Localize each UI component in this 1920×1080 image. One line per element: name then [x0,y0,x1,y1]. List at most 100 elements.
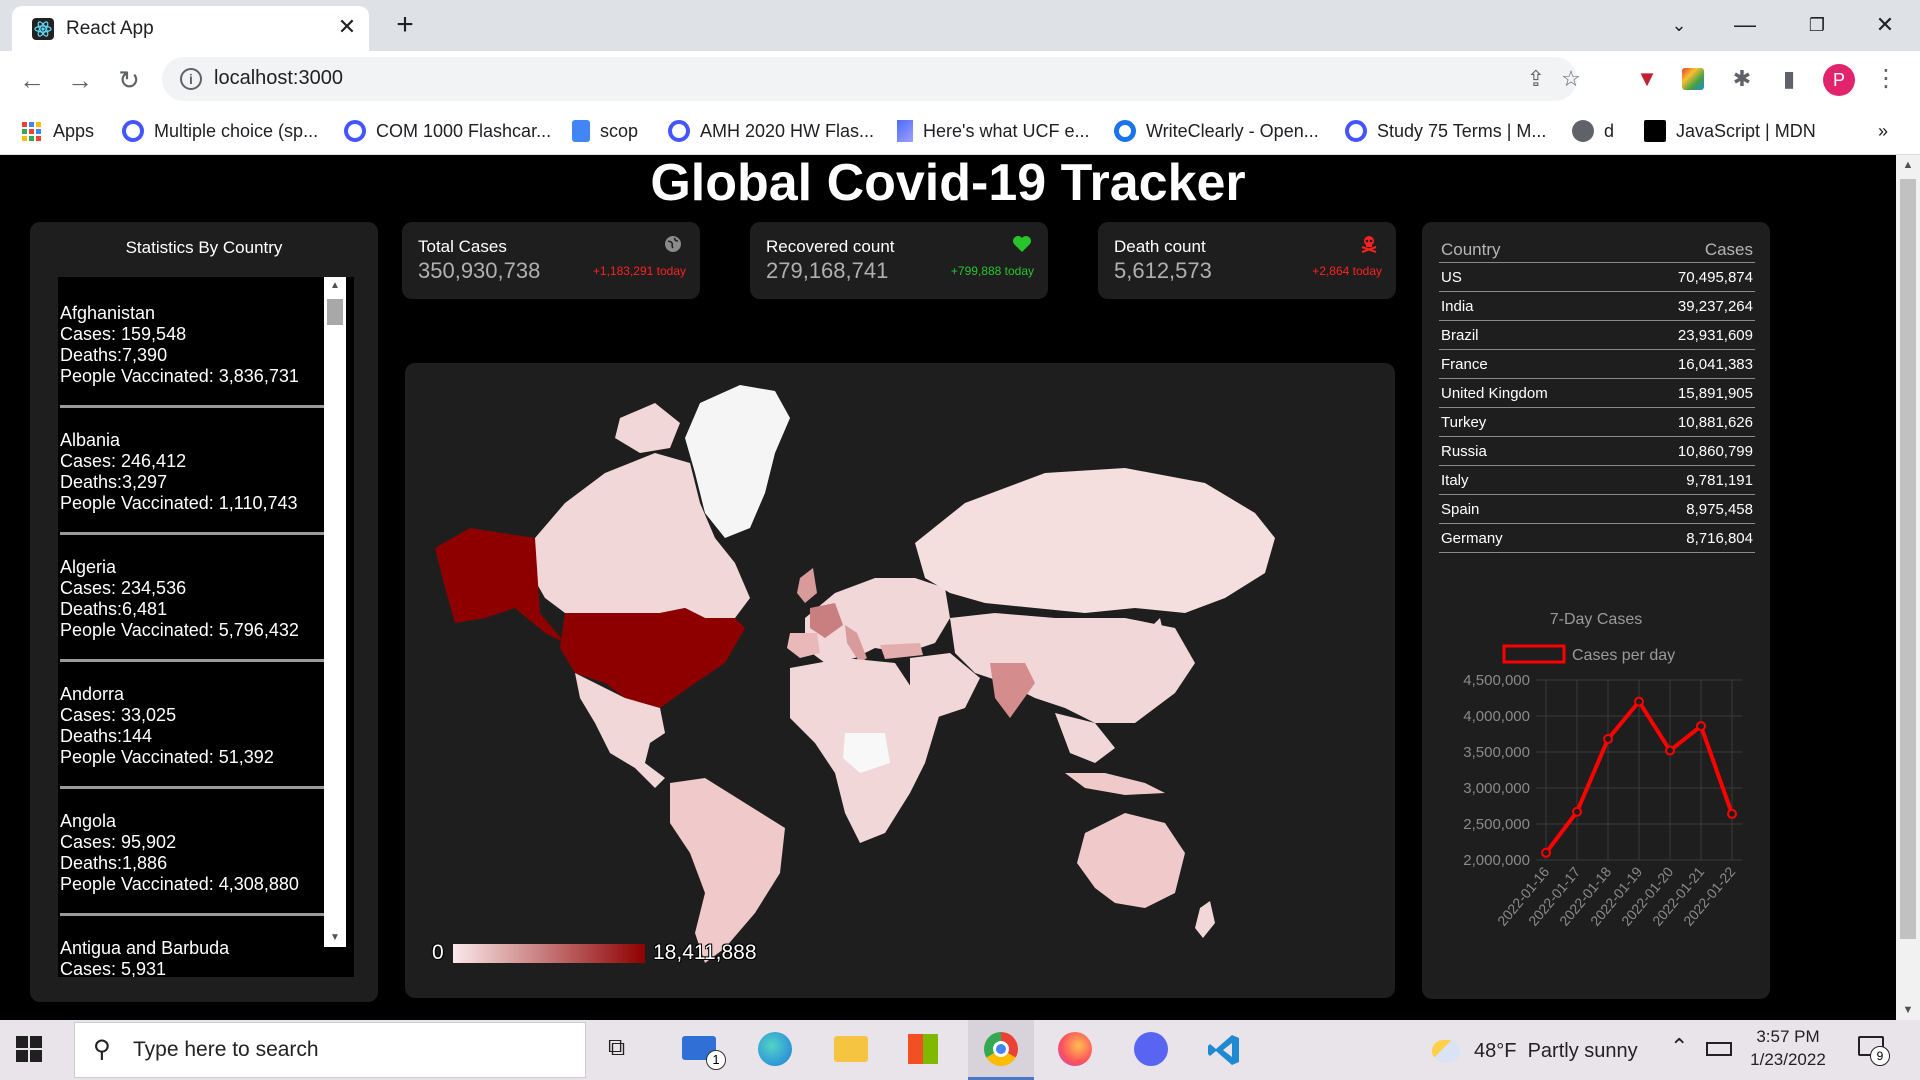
address-bar[interactable]: i localhost:3000 ⇪ ☆ [162,57,1581,101]
side-panel-icon[interactable]: ▮ [1773,63,1805,95]
site-info-icon[interactable]: i [180,68,202,90]
clock[interactable]: 3:57 PM 1/23/2022 [1748,1026,1828,1072]
edge-browser-icon[interactable] [758,1032,792,1066]
discord-icon[interactable] [1134,1032,1168,1066]
vscode-icon[interactable] [1206,1032,1242,1068]
extensions-puzzle-icon[interactable]: ✱ [1726,63,1758,95]
page-scroll-thumb[interactable] [1900,179,1916,939]
row-country: Spain [1439,494,1624,524]
map-region-south-america [670,778,785,963]
bookmark-star-icon[interactable]: ☆ [1558,66,1584,92]
color-extension-icon[interactable] [1677,63,1709,95]
legend-gradient-bar [453,944,645,963]
restore-button[interactable]: ❐ [1802,10,1832,40]
world-choropleth-map[interactable] [405,363,1395,998]
close-window-button[interactable]: ✕ [1870,10,1900,40]
forward-button[interactable]: → [63,63,97,97]
bookmark-apps[interactable]: Apps [22,116,94,146]
table-row: Italy 9,781,191 [1439,465,1755,495]
table-row: US 70,495,874 [1439,262,1755,292]
share-icon[interactable]: ⇪ [1523,66,1549,92]
start-button[interactable] [14,1034,48,1068]
row-country: United Kingdom [1439,378,1624,408]
mail-app-icon[interactable]: 1 [682,1030,726,1070]
seven-day-cases-chart: 7-Day Cases Cases per day 4,500,000 4,000,0… [1422,602,1770,992]
y-tick-label: 4,500,000 [1463,672,1530,689]
country-list-item: Afghanistan Cases: 159,548 Deaths:7,390 Peo… [60,277,325,408]
browser-chrome: React App ✕ + ⌄ — ❐ ✕ ← → ↻ i localhost:… [0,0,1920,155]
page-scroll-down-arrow[interactable]: ▼ [1896,1000,1920,1020]
back-button[interactable]: ← [15,63,49,97]
y-tick-label: 3,500,000 [1463,744,1530,761]
list-scrollbar[interactable]: ▲ ▼ [324,277,346,947]
browser-menu-icon[interactable]: ⋮ [1870,63,1902,95]
bookmark-item[interactable]: Multiple choice (sp... [122,116,318,146]
microsoft-store-icon[interactable] [908,1034,938,1064]
table-row: United Kingdom 15,891,905 [1439,378,1755,408]
page-scrollbar[interactable]: ▲ ▼ [1896,155,1920,1020]
quizlet-icon [122,120,144,142]
file-explorer-icon[interactable] [834,1036,868,1062]
country-stats-list[interactable]: Afghanistan Cases: 159,548 Deaths:7,390 Peo… [58,277,354,977]
bookmark-item[interactable]: Here's what UCF e... [897,116,1089,146]
country-list-item: Albania Cases: 246,412 Deaths:3,297 People … [60,408,325,535]
row-country: France [1439,349,1624,379]
map-color-legend: 0 18,411,888 [427,941,787,965]
taskbar-search-box[interactable]: ⚲ Type here to search [74,1022,586,1078]
chrome-icon[interactable] [968,1020,1034,1080]
url-text: localhost:3000 [214,67,343,89]
mail-badge: 1 [706,1050,726,1070]
partly-sunny-icon [1432,1040,1460,1062]
card-today: +2,864 today [1312,264,1382,278]
profile-avatar[interactable]: P [1823,64,1855,96]
tab-strip: React App ✕ + ⌄ — ❐ ✕ [0,0,1920,51]
map-region-arctic-islands [615,403,680,453]
bookmark-label: JavaScript | MDN [1676,120,1816,141]
weather-widget[interactable]: 48°F Partly sunny [1432,1034,1638,1068]
page-scroll-up-arrow[interactable]: ▲ [1896,155,1920,175]
tab-search-chevron-icon[interactable]: ⌄ [1664,10,1694,40]
page-title: Global Covid-19 Tracker [650,155,1246,212]
country-name: Antigua and Barbuda [60,938,230,958]
bookmark-item[interactable]: WriteClearly - Open... [1114,116,1319,146]
card-label: Total Cases [418,237,507,256]
task-view-icon[interactable]: ⧉ [608,1034,625,1062]
notification-center-icon[interactable]: 9 [1856,1032,1890,1066]
bookmark-item[interactable]: d [1572,116,1614,146]
show-hidden-icons-chevron[interactable]: ⌃ [1670,1034,1688,1060]
bookmark-item[interactable]: Study 75 Terms | M... [1345,116,1546,146]
country-list-item: Angola Cases: 95,902 Deaths:1,886 People Va… [60,789,325,916]
bookmark-item[interactable]: scop [572,116,638,146]
more-bookmarks-icon[interactable]: » [1878,116,1888,146]
bookmark-label: Apps [53,120,95,141]
scroll-thumb[interactable] [327,299,343,325]
new-tab-button[interactable]: + [390,10,420,42]
bookmark-label: scop [600,120,639,141]
firefox-icon[interactable] [1058,1032,1092,1066]
bookmark-item[interactable]: JavaScript | MDN [1644,116,1816,146]
search-icon: ⚲ [93,1036,111,1063]
battery-icon[interactable] [1706,1042,1732,1056]
country-list-item: Antigua and BarbudaCases: 5,931Deaths:12… [60,916,325,977]
bookmark-item[interactable]: AMH 2020 HW Flas... [668,116,874,146]
card-today: +1,183,291 today [592,264,686,278]
data-point [1665,745,1675,756]
minimize-button[interactable]: — [1730,10,1760,40]
pocket-extension-icon[interactable]: ▼ [1631,63,1663,95]
clock-date: 1/23/2022 [1750,1050,1826,1069]
scroll-down-arrow[interactable]: ▼ [324,929,346,947]
bookmark-label: Here's what UCF e... [923,120,1090,141]
legend-max-label: 18,411,888 [653,941,757,964]
reload-button[interactable]: ↻ [112,63,146,97]
close-tab-icon[interactable]: ✕ [334,14,360,40]
bookmark-item[interactable]: COM 1000 Flashcar... [344,116,551,146]
browser-toolbar: ← → ↻ i localhost:3000 ⇪ ☆ ▼ ✱ ▮ P ⋮ [0,51,1920,108]
quizlet-icon [1345,120,1367,142]
clock-time: 3:57 PM [1756,1027,1820,1046]
table-row: Brazil 23,931,609 [1439,320,1755,350]
bookmark-label: d [1604,120,1615,141]
bookmark-label: WriteClearly - Open... [1146,120,1319,141]
scroll-up-arrow[interactable]: ▲ [324,277,346,295]
country-name: Albania [60,430,121,450]
tab-react-app[interactable]: React App ✕ [12,6,369,51]
